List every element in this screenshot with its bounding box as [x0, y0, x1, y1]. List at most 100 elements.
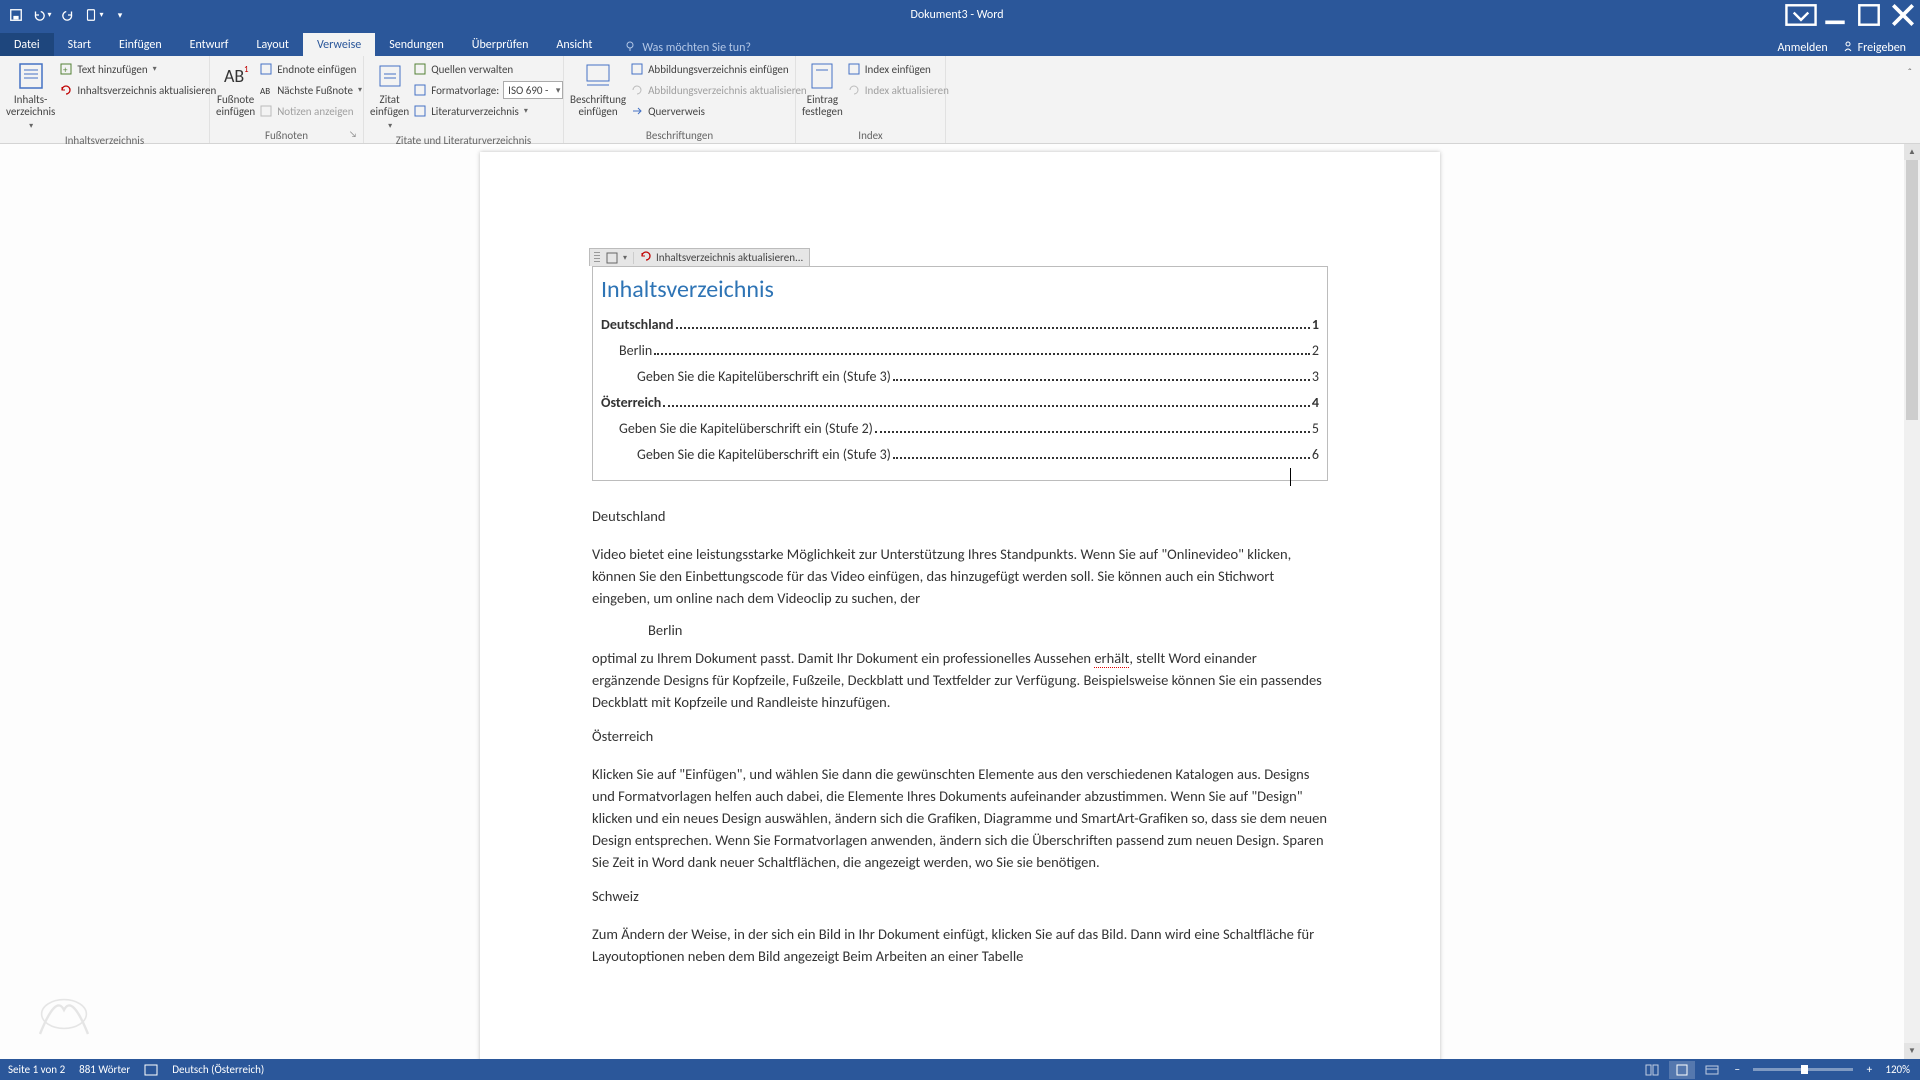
zoom-level[interactable]: 120%: [1881, 1063, 1914, 1076]
text-run: optimal zu Ihrem Dokument passt. Damit I…: [592, 649, 1094, 667]
spelling-error: erhält: [1094, 649, 1129, 668]
refresh-icon: [640, 250, 652, 265]
insert-table-of-figures-button[interactable]: Abbildungsverzeichnis einfügen: [630, 60, 807, 78]
toc-button-label: Inhalts- verzeichnis: [6, 94, 55, 118]
scroll-down-icon[interactable]: ▼: [1904, 1043, 1920, 1059]
toc-update-label: Inhaltsverzeichnis aktualisieren...: [656, 251, 803, 264]
zoom-out-icon[interactable]: −: [1729, 1063, 1745, 1076]
document-workspace[interactable]: ▾ Inhaltsverzeichnis aktualisieren... In…: [0, 144, 1904, 1059]
endnote-icon: [259, 62, 273, 76]
tell-me-search[interactable]: Was möchten Sie tun?: [616, 40, 759, 56]
status-bar: Seite 1 von 2 881 Wörter Deutsch (Österr…: [0, 1059, 1920, 1080]
zoom-in-icon[interactable]: +: [1861, 1063, 1877, 1076]
web-layout-icon[interactable]: [1699, 1061, 1725, 1079]
tab-layout[interactable]: Layout: [242, 33, 303, 56]
spellcheck-icon[interactable]: [144, 1064, 158, 1076]
group-label-captions: Beschriftungen: [570, 127, 789, 143]
tab-file[interactable]: Datei: [0, 33, 54, 56]
heading-1: Österreich: [592, 727, 1328, 745]
close-icon[interactable]: [1886, 0, 1920, 30]
share-button[interactable]: Freigeben: [1842, 40, 1906, 56]
redo-icon[interactable]: [58, 5, 78, 25]
read-mode-icon[interactable]: [1639, 1061, 1665, 1079]
tab-references[interactable]: Verweise: [303, 33, 375, 56]
update-toc-label: Inhaltsverzeichnis aktualisieren: [77, 84, 216, 97]
insert-footnote-button[interactable]: AB1 Fußnote einfügen: [216, 58, 255, 118]
style-icon: [413, 83, 427, 97]
add-text-button[interactable]: + Text hinzufügen▾: [59, 60, 216, 78]
print-layout-icon[interactable]: [1669, 1061, 1695, 1079]
insert-index-button[interactable]: Index einfügen: [847, 60, 949, 78]
touch-mode-icon[interactable]: ▾: [84, 5, 104, 25]
tab-mailings[interactable]: Sendungen: [375, 33, 458, 56]
insert-caption-label: Beschriftung einfügen: [570, 94, 626, 118]
bibliography-button[interactable]: Literaturverzeichnis▾: [413, 102, 563, 120]
toc-entry-title: Deutschland: [601, 312, 674, 338]
table-of-contents[interactable]: Inhaltsverzeichnis Deutschland 1Berlin 2…: [592, 266, 1328, 481]
insert-endnote-button[interactable]: Endnote einfügen: [259, 60, 362, 78]
word-count[interactable]: 881 Wörter: [79, 1063, 130, 1076]
footnote-icon: AB1: [220, 60, 252, 92]
tab-review[interactable]: Überprüfen: [458, 33, 543, 56]
svg-text:AB: AB: [260, 86, 270, 97]
paragraph: optimal zu Ihrem Dokument passt. Damit I…: [592, 647, 1328, 713]
scroll-thumb[interactable]: [1906, 160, 1918, 420]
language-status[interactable]: Deutsch (Österreich): [172, 1063, 264, 1076]
crossref-icon: [630, 104, 644, 118]
next-footnote-label: Nächste Fußnote: [277, 84, 353, 97]
caption-icon: [582, 60, 614, 92]
zoom-slider-thumb[interactable]: [1801, 1065, 1808, 1074]
update-table-of-figures-button: Abbildungsverzeichnis aktualisieren: [630, 81, 807, 99]
toc-leader-dots: [875, 427, 1310, 433]
maximize-icon[interactable]: [1852, 0, 1886, 30]
toc-entry[interactable]: Österreich 4: [601, 390, 1319, 416]
mark-index-entry-button[interactable]: Eintrag festlegen: [802, 58, 843, 118]
toc-entry[interactable]: Deutschland 1: [601, 312, 1319, 338]
insert-citation-button[interactable]: Zitat einfügen▾: [370, 58, 409, 132]
toc-update-button[interactable]: Inhaltsverzeichnis aktualisieren...: [640, 250, 803, 265]
toc-control-bar: ▾ Inhaltsverzeichnis aktualisieren...: [589, 248, 810, 266]
toc-entry-title: Österreich: [601, 390, 661, 416]
toc-leader-dots: [654, 349, 1310, 355]
toc-entry-page: 1: [1312, 312, 1319, 338]
tab-design[interactable]: Entwurf: [176, 33, 243, 56]
svg-text:AB: AB: [224, 65, 244, 87]
toc-entry[interactable]: Geben Sie die Kapitelüberschrift ein (St…: [601, 442, 1319, 468]
footnotes-dialog-launcher-icon[interactable]: ↘: [349, 129, 361, 141]
tab-insert[interactable]: Einfügen: [105, 33, 176, 56]
qat-customize-icon[interactable]: ▾: [110, 5, 130, 25]
manage-sources-button[interactable]: Quellen verwalten: [413, 60, 563, 78]
tab-view[interactable]: Ansicht: [542, 33, 606, 56]
page-status[interactable]: Seite 1 von 2: [8, 1063, 65, 1076]
toc-gallery-dropdown[interactable]: ▾: [606, 252, 627, 264]
toc-entry[interactable]: Geben Sie die Kapitelüberschrift ein (St…: [601, 364, 1319, 390]
zoom-slider[interactable]: [1753, 1068, 1853, 1071]
tell-me-placeholder: Was möchten Sie tun?: [642, 41, 751, 55]
lightbulb-icon: [624, 40, 636, 56]
toc-entry-title: Geben Sie die Kapitelüberschrift ein (St…: [637, 442, 891, 468]
scroll-up-icon[interactable]: ▲: [1904, 144, 1920, 160]
citation-style-combo[interactable]: ISO 690 -: [503, 81, 563, 99]
tab-home[interactable]: Start: [54, 33, 105, 56]
insert-index-label: Index einfügen: [865, 63, 931, 76]
minimize-icon[interactable]: [1818, 0, 1852, 30]
undo-icon[interactable]: ▾: [32, 5, 52, 25]
ribbon: Inhalts- verzeichnis ▾ + Text hinzufügen…: [0, 56, 1920, 144]
ribbon-display-options-icon[interactable]: [1784, 0, 1818, 30]
refresh-icon: [59, 83, 73, 97]
update-toc-button[interactable]: Inhaltsverzeichnis aktualisieren: [59, 81, 216, 99]
mark-entry-label: Eintrag festlegen: [802, 94, 843, 118]
save-icon[interactable]: [6, 5, 26, 25]
manage-sources-icon: [413, 62, 427, 76]
next-footnote-button[interactable]: ABNächste Fußnote▾: [259, 81, 362, 99]
drag-handle-icon[interactable]: [594, 252, 600, 264]
show-notes-button: Notizen anzeigen: [259, 102, 362, 120]
toc-button[interactable]: Inhalts- verzeichnis ▾: [6, 58, 55, 132]
cross-reference-button[interactable]: Querverweis: [630, 102, 807, 120]
collapse-ribbon-icon[interactable]: ˆ: [1906, 64, 1914, 81]
sign-in-link[interactable]: Anmelden: [1777, 41, 1827, 55]
toc-entry[interactable]: Geben Sie die Kapitelüberschrift ein (St…: [601, 416, 1319, 442]
toc-entry[interactable]: Berlin 2: [601, 338, 1319, 364]
insert-caption-button[interactable]: Beschriftung einfügen: [570, 58, 626, 118]
vertical-scrollbar[interactable]: ▲ ▼: [1904, 144, 1920, 1059]
